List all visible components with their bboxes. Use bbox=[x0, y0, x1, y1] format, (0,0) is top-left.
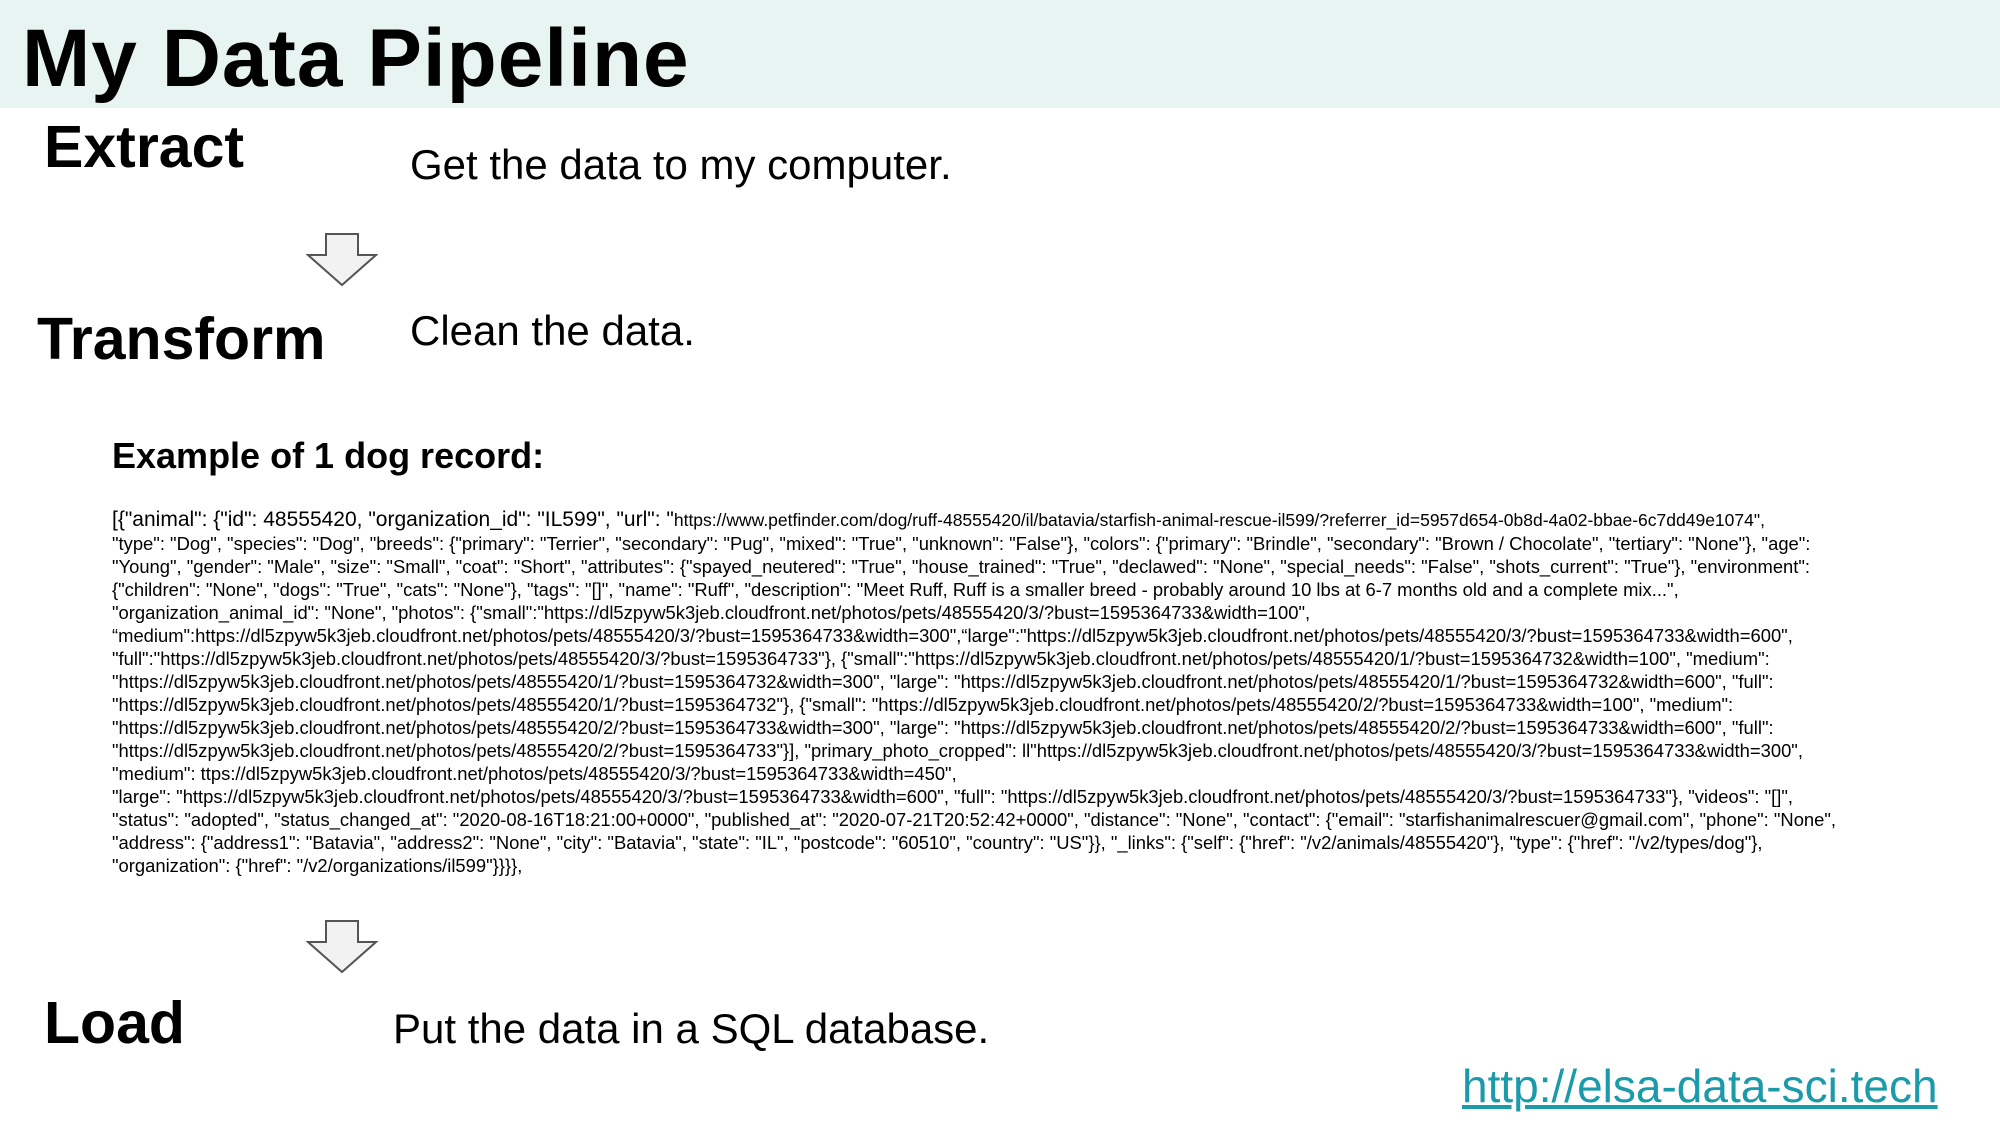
record-line: "type": "Dog", "species": "Dog", "breeds… bbox=[112, 533, 1811, 554]
record-line-url: https://www.petfinder.com/dog/ruff-48555… bbox=[673, 510, 1765, 530]
stage-transform-label: Transform bbox=[37, 306, 326, 372]
record-line: "https://dl5zpyw5k3jeb.cloudfront.net/ph… bbox=[112, 671, 1774, 692]
stage-transform-description: Clean the data. bbox=[410, 307, 695, 354]
record-line: {"children": "None", "dogs": "True", "ca… bbox=[112, 579, 1679, 600]
record-line: "status": "adopted", "status_changed_at"… bbox=[112, 809, 1837, 830]
stage-load-label: Load bbox=[44, 990, 185, 1056]
record-line: "https://dl5zpyw5k3jeb.cloudfront.net/ph… bbox=[112, 740, 1803, 761]
record-line: “medium":https://dl5zpyw5k3jeb.cloudfron… bbox=[112, 625, 1793, 646]
stage-extract-description: Get the data to my computer. bbox=[410, 141, 952, 188]
stage-load-description: Put the data in a SQL database. bbox=[393, 1005, 990, 1052]
down-arrow-icon bbox=[306, 233, 378, 287]
record-line: "medium": ttps://dl5zpyw5k3jeb.cloudfron… bbox=[112, 763, 957, 784]
record-line: "organization_animal_id": "None", "photo… bbox=[112, 602, 1311, 623]
record-line: "organization": {"href": "/v2/organizati… bbox=[112, 855, 523, 876]
stage-extract-label: Extract bbox=[44, 114, 245, 180]
record-line: "https://dl5zpyw5k3jeb.cloudfront.net/ph… bbox=[112, 694, 1734, 715]
example-heading: Example of 1 dog record: bbox=[112, 435, 545, 476]
record-line-prefix: [{"animal": {"id": 48555420, "organizati… bbox=[112, 508, 674, 531]
record-line: "address": {"address1": "Batavia", "addr… bbox=[112, 832, 1763, 853]
down-arrow-icon bbox=[306, 920, 378, 974]
record-line: "Young", "gender": "Male", "size": "Smal… bbox=[112, 556, 1811, 577]
slide-title: My Data Pipeline bbox=[22, 13, 690, 104]
dog-record-json: [{"animal": {"id": 48555420, "organizati… bbox=[112, 508, 1942, 877]
website-link[interactable]: http://elsa-data-sci.tech bbox=[1462, 1060, 1938, 1113]
record-line: "full":"https://dl5zpyw5k3jeb.cloudfront… bbox=[112, 648, 1770, 669]
record-line: "large": "https://dl5zpyw5k3jeb.cloudfro… bbox=[112, 786, 1794, 807]
record-line: "https://dl5zpyw5k3jeb.cloudfront.net/ph… bbox=[112, 717, 1774, 738]
record-line: [{"animal": {"id": 48555420, "organizati… bbox=[112, 508, 1942, 532]
